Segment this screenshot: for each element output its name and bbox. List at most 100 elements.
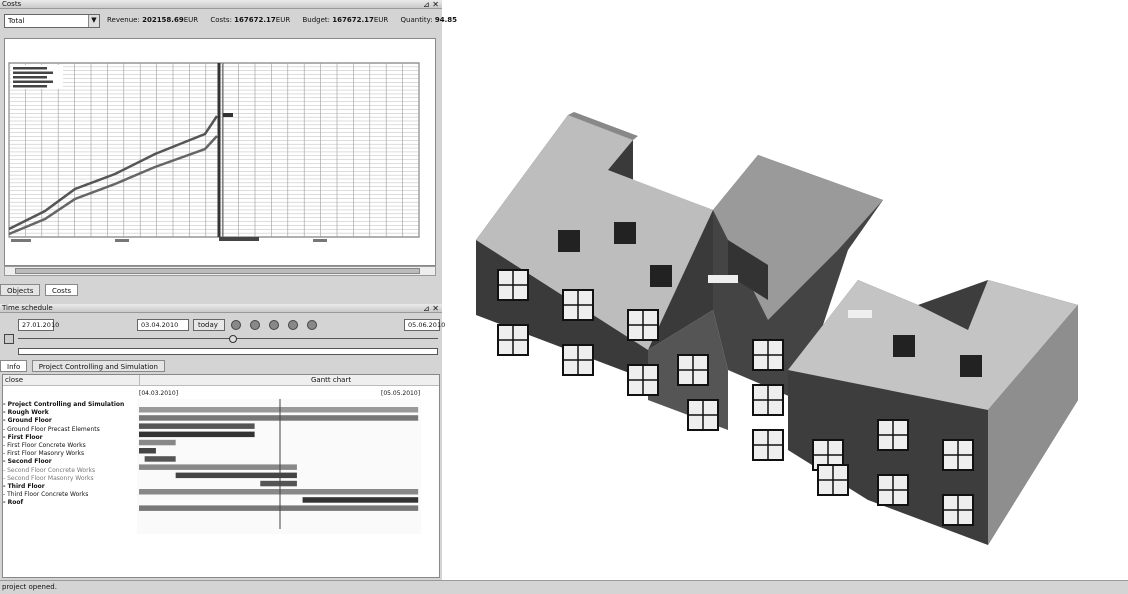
building-3d-view[interactable]: [468, 100, 1098, 550]
plot-area: [8, 62, 420, 238]
bottom-tabs: Info Project Controlling and Simulation: [0, 360, 167, 373]
tab-objects[interactable]: Objects: [0, 284, 41, 296]
gantt-task-row[interactable]: - Second Floor Masonry Works: [3, 475, 139, 483]
window: [752, 384, 784, 416]
gantt-bar[interactable]: [139, 415, 419, 421]
cost-selector[interactable]: Total ▼: [4, 14, 100, 28]
gantt-bar[interactable]: [260, 480, 297, 487]
revenue-unit: EUR: [183, 16, 199, 24]
costs-title: Costs: [2, 0, 22, 8]
timeline-slider-row: [0, 332, 442, 358]
roof-unit-2: [614, 222, 636, 244]
gantt-task-row[interactable]: - Ground Floor: [3, 417, 139, 425]
gantt-bar[interactable]: [139, 431, 255, 438]
gantt-task-row[interactable]: - First Floor Concrete Works: [3, 442, 139, 450]
revenue-label: Revenue:: [107, 16, 140, 24]
x-tick-1: [11, 239, 31, 242]
window: [752, 429, 784, 461]
gantt-task-row[interactable]: - Second Floor Concrete Works: [3, 467, 139, 475]
time-title: Time schedule: [2, 304, 53, 312]
pin-icon[interactable]: ⊿: [423, 304, 430, 313]
gantt-bar[interactable]: [139, 489, 419, 495]
gantt-bar[interactable]: [139, 439, 176, 446]
window: [942, 439, 974, 471]
budget-unit: EUR: [373, 16, 389, 24]
chart-info-line: [13, 76, 47, 79]
gantt-bar[interactable]: [175, 472, 297, 479]
gantt-bar[interactable]: [139, 464, 297, 470]
step-forward-icon[interactable]: [288, 320, 298, 330]
timeline-icon[interactable]: [4, 334, 14, 344]
cost-metrics: Revenue: 202158.69EUR Costs: 167672.17EU…: [107, 16, 467, 24]
gantt-col-name[interactable]: close: [5, 376, 23, 384]
roof-unit-4: [893, 335, 915, 357]
pin-icon[interactable]: ⊿: [423, 0, 430, 9]
today-axis-label: [219, 237, 259, 241]
timeline-track: [18, 338, 438, 339]
costs-header: Total ▼ Revenue: 202158.69EUR Costs: 167…: [0, 12, 457, 32]
gantt-view: close Gantt chart [04.03.2010] [05.05.20…: [2, 374, 440, 578]
gantt-date-left: [04.03.2010]: [139, 390, 179, 397]
timeline-progress: [18, 348, 438, 355]
window: [877, 474, 909, 506]
costs-unit: EUR: [275, 16, 291, 24]
gantt-task-row[interactable]: - Third Floor: [3, 483, 139, 491]
roof-unit-1: [558, 230, 580, 252]
cost-chart-svg: [8, 62, 420, 242]
chart-info-line: [13, 71, 53, 74]
close-icon[interactable]: ✕: [432, 304, 439, 313]
gantt-bar[interactable]: [139, 423, 255, 429]
gantt-date-right: [05.05.2010]: [381, 390, 421, 397]
time-window-controls[interactable]: ⊿ ✕: [423, 304, 439, 313]
costs-value: 167672.17: [234, 16, 276, 24]
tab-info[interactable]: Info: [0, 360, 28, 372]
play-icon[interactable]: [269, 320, 279, 330]
window: [687, 399, 719, 431]
timeline-thumb[interactable]: [229, 335, 237, 343]
window: [677, 354, 709, 386]
window: [877, 419, 909, 451]
roof-hatch-1: [708, 275, 738, 283]
status-text: project opened.: [2, 583, 57, 591]
window: [497, 269, 529, 301]
tab-costs[interactable]: Costs: [45, 284, 79, 296]
chart-scrollbar-thumb[interactable]: [15, 268, 420, 274]
gantt-task-row[interactable]: - First Floor Masonry Works: [3, 450, 139, 458]
step-back-icon[interactable]: [250, 320, 260, 330]
quantity-label: Quantity:: [400, 16, 433, 24]
roof-unit-3: [650, 265, 672, 287]
cost-selector-value: Total: [8, 17, 25, 25]
today-button[interactable]: today: [193, 319, 225, 331]
roof-unit-5: [960, 355, 982, 377]
window: [562, 289, 594, 321]
fast-forward-icon[interactable]: [307, 320, 317, 330]
gantt-col-chart: Gantt chart: [311, 376, 352, 384]
close-icon[interactable]: ✕: [432, 0, 439, 9]
window: [752, 339, 784, 371]
gantt-task-row[interactable]: - Roof: [3, 499, 139, 507]
costs-titlebar: Costs ⊿ ✕: [0, 0, 442, 9]
gantt-task-row[interactable]: - Second Floor: [3, 458, 139, 466]
chart-scrollbar[interactable]: [4, 266, 436, 276]
gantt-task-row[interactable]: - Ground Floor Precast Elements: [3, 426, 139, 434]
current-date-field[interactable]: 03.04.2010: [137, 319, 189, 331]
gantt-bar[interactable]: [139, 505, 419, 511]
start-date-field[interactable]: 27.01.2010: [18, 319, 59, 331]
end-date-field[interactable]: 05.06.2010: [404, 319, 445, 331]
today-flag: [223, 113, 233, 117]
cost-chart: [4, 38, 436, 266]
gantt-task-row[interactable]: - First Floor: [3, 434, 139, 442]
gantt-bar[interactable]: [139, 407, 419, 413]
gantt-bar[interactable]: [144, 456, 176, 462]
chevron-down-icon[interactable]: ▼: [88, 15, 99, 27]
gantt-task-row[interactable]: - Project Controlling and Simulation: [3, 401, 139, 409]
gantt-bar[interactable]: [302, 497, 419, 503]
gantt-bar[interactable]: [139, 448, 156, 454]
rewind-icon[interactable]: [231, 320, 241, 330]
gantt-task-row[interactable]: - Rough Work: [3, 409, 139, 417]
window-controls[interactable]: ⊿ ✕: [423, 0, 439, 9]
costs-label: Costs:: [210, 16, 232, 24]
tab-project-controlling[interactable]: Project Controlling and Simulation: [31, 360, 165, 372]
chart-info-line: [13, 67, 47, 70]
gantt-task-row[interactable]: - Third Floor Concrete Works: [3, 491, 139, 499]
